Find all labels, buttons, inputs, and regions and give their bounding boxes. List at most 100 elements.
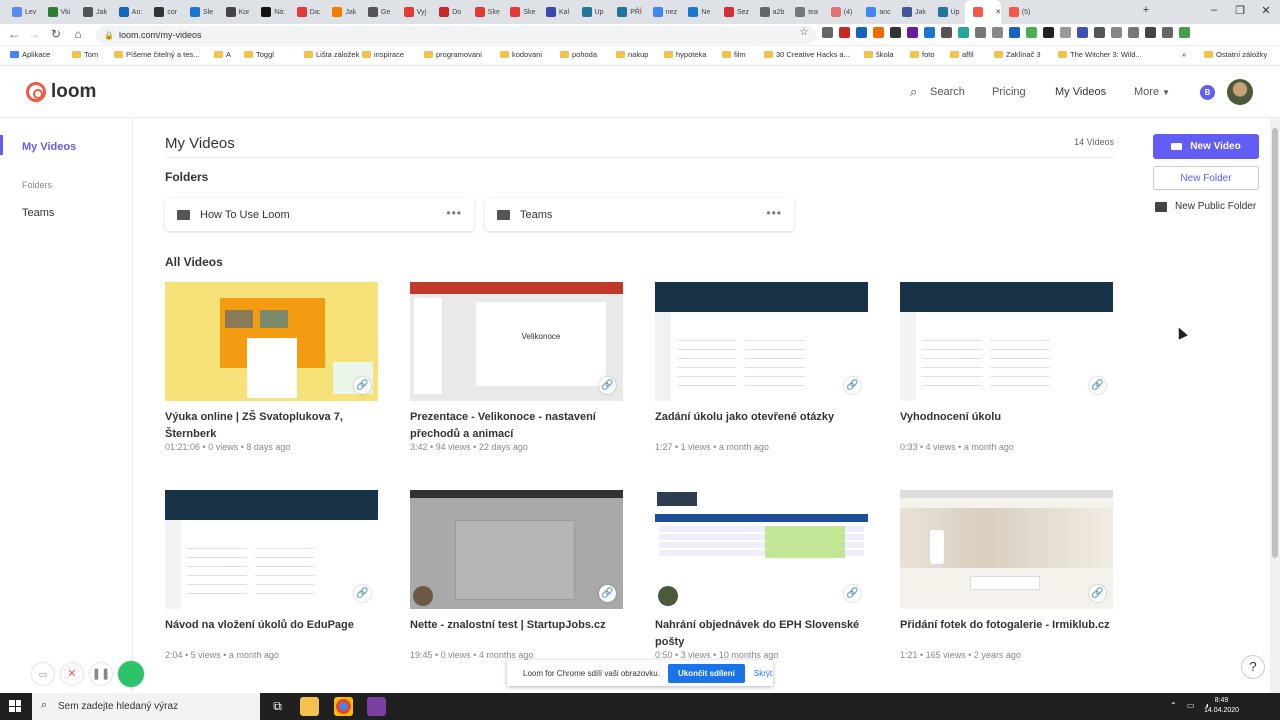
browser-tab[interactable]: Jak: [75, 0, 109, 24]
video-card[interactable]: 🔗 Nahrání objednávek do EPH Slovenské poš…: [655, 490, 868, 660]
bookmark-item[interactable]: Aplikace: [10, 50, 50, 59]
pause-icon[interactable]: ❚❚: [90, 663, 112, 685]
reload-icon[interactable]: ↻: [48, 27, 64, 41]
more-menu[interactable]: More ▼: [1134, 86, 1170, 98]
extension-icon[interactable]: [822, 27, 833, 38]
extension-icon[interactable]: [941, 27, 952, 38]
video-card[interactable]: Velikonoce 🔗 Prezentace - Velikonoce - nas…: [410, 282, 623, 452]
bookmark-item[interactable]: inspirace: [362, 50, 404, 59]
workspace-badge[interactable]: B: [1200, 85, 1215, 100]
browser-tab[interactable]: Sle: [182, 0, 216, 24]
extension-icon[interactable]: [1009, 27, 1020, 38]
sidebar-item-teams[interactable]: Teams: [22, 207, 54, 219]
stop-recording-button[interactable]: [118, 661, 144, 687]
bookmark-item[interactable]: foto: [910, 50, 935, 59]
phpstorm-icon[interactable]: [367, 697, 386, 716]
video-thumbnail[interactable]: 🔗: [900, 490, 1113, 609]
close-window-icon[interactable]: ✕: [1256, 4, 1276, 17]
copy-link-icon[interactable]: 🔗: [599, 377, 616, 394]
new-tab-icon[interactable]: +: [1136, 4, 1156, 16]
task-view-icon[interactable]: ⧉: [268, 697, 287, 716]
loom-logo[interactable]: loom: [26, 81, 96, 103]
bookmark-item[interactable]: Lišta záložek: [304, 50, 359, 59]
extension-icon[interactable]: [1162, 27, 1173, 38]
browser-tab[interactable]: Kal: [538, 0, 572, 24]
extension-icon[interactable]: [907, 27, 918, 38]
browser-tab[interactable]: Jak: [324, 0, 358, 24]
video-card[interactable]: 🔗 Zadání úkolu jako otevřené otázky 1:27 •…: [655, 282, 868, 452]
bookmark-item[interactable]: škola: [864, 50, 894, 59]
browser-tab[interactable]: anc: [858, 0, 892, 24]
user-avatar[interactable]: [1227, 79, 1253, 105]
minimize-icon[interactable]: –: [1204, 4, 1224, 16]
browser-tab[interactable]: Do: [431, 0, 465, 24]
browser-tab[interactable]: Sez: [716, 0, 750, 24]
extension-icon[interactable]: [1128, 27, 1139, 38]
extension-icon[interactable]: [839, 27, 850, 38]
new-public-folder-button[interactable]: New Public Folder: [1155, 201, 1256, 212]
extension-icon[interactable]: [1145, 27, 1156, 38]
video-thumbnail[interactable]: 🔗: [655, 490, 868, 609]
bookmark-item[interactable]: »: [1182, 50, 1186, 59]
video-card[interactable]: 🔗 Nette - znalostní test | StartupJobs.cz…: [410, 490, 623, 660]
bookmark-item[interactable]: Toggl: [244, 50, 274, 59]
extension-icon[interactable]: [873, 27, 884, 38]
back-icon[interactable]: ←: [6, 27, 22, 41]
video-thumbnail[interactable]: 🔗: [165, 490, 378, 609]
extension-icon[interactable]: [958, 27, 969, 38]
browser-tab[interactable]: Kor: [218, 0, 252, 24]
browser-tab[interactable]: Ná:: [253, 0, 287, 24]
bookmark-star-icon[interactable]: ☆: [796, 27, 812, 38]
browser-tab[interactable]: Lev: [4, 0, 38, 24]
browser-tab[interactable]: Vyj: [396, 0, 430, 24]
bookmark-item[interactable]: affil: [950, 50, 974, 59]
address-bar[interactable]: 🔒 loom.com/my-videos: [96, 26, 816, 44]
new-folder-button[interactable]: New Folder: [1153, 166, 1259, 190]
video-title[interactable]: Zadání úkolu jako otevřené otázky: [655, 409, 868, 443]
browser-tab[interactable]: cor: [146, 0, 180, 24]
bookmark-item[interactable]: A: [214, 50, 231, 59]
browser-tab[interactable]: PŘÍ: [609, 0, 643, 24]
extension-icon[interactable]: [1077, 27, 1088, 38]
extension-icon[interactable]: [890, 27, 901, 38]
taskbar-search[interactable]: ⌕ Sem zadejte hledaný výraz: [32, 693, 260, 720]
browser-tab[interactable]: Ske: [467, 0, 501, 24]
browser-tab[interactable]: tea: [787, 0, 821, 24]
folder-card[interactable]: Teams •••: [485, 198, 794, 231]
new-video-button[interactable]: New Video: [1153, 134, 1259, 159]
browser-tab[interactable]: Da:: [289, 0, 323, 24]
video-card[interactable]: 🔗 Přidání fotek do fotogalerie - Irmiklub…: [900, 490, 1113, 660]
pricing-link[interactable]: Pricing: [992, 86, 1026, 98]
video-thumbnail[interactable]: 🔗: [655, 282, 868, 401]
browser-tab[interactable]: Ske: [502, 0, 536, 24]
video-thumbnail[interactable]: Velikonoce 🔗: [410, 282, 623, 401]
video-card[interactable]: 🔗 Vyhodnocení úkolu 0:33 • 4 views • a mon…: [900, 282, 1113, 452]
browser-tab[interactable]: Up: [930, 0, 964, 24]
forward-icon[interactable]: →: [26, 27, 42, 41]
scrollbar[interactable]: [1270, 118, 1280, 693]
help-button[interactable]: ?: [1241, 655, 1265, 679]
my-videos-link[interactable]: My Videos: [1055, 86, 1106, 98]
bookmark-item[interactable]: kodovani: [500, 50, 542, 59]
extension-icon[interactable]: [1043, 27, 1054, 38]
extension-icon[interactable]: [992, 27, 1003, 38]
more-options-icon[interactable]: •••: [446, 206, 462, 220]
bookmark-item[interactable]: programovani: [424, 50, 482, 59]
video-card[interactable]: 🔗 Návod na vložení úkolů do EduPage 2:04 •…: [165, 490, 378, 660]
video-title[interactable]: Přidání fotek do fotogalerie - Irmiklub.…: [900, 617, 1113, 651]
browser-tab[interactable]: Up: [574, 0, 608, 24]
browser-tab[interactable]: ✕: [965, 0, 1002, 24]
stop-sharing-button[interactable]: Ukončit sdílení: [667, 663, 745, 683]
extension-icon[interactable]: [856, 27, 867, 38]
clock[interactable]: 8:49 14.04.2020: [1204, 696, 1239, 716]
sidebar-item-my-videos[interactable]: My Videos: [22, 141, 76, 153]
bookmark-item[interactable]: Píšeme čitelný a tes...: [114, 50, 199, 59]
copy-link-icon[interactable]: 🔗: [844, 585, 861, 602]
video-title[interactable]: Návod na vložení úkolů do EduPage: [165, 617, 378, 651]
extension-icon[interactable]: [975, 27, 986, 38]
camera-toggle-icon[interactable]: ▭: [32, 663, 54, 685]
bookmark-item[interactable]: Tom: [72, 50, 98, 59]
browser-tab[interactable]: Vki: [40, 0, 74, 24]
video-title[interactable]: Nette - znalostní test | StartupJobs.cz: [410, 617, 623, 651]
bookmark-item[interactable]: Ostatní záložky: [1204, 50, 1267, 59]
